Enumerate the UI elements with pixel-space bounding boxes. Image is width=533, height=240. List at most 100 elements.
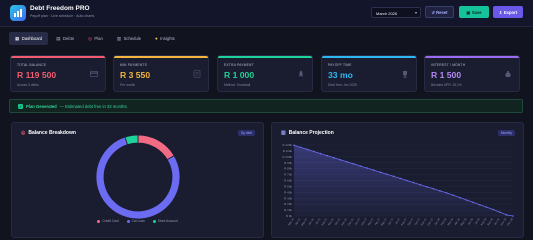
- x-tick-label: May 27: [380, 217, 388, 227]
- kpi-accent-bar: [114, 56, 208, 58]
- tab-bar: ▦ Dashboard ▤ Debts ◎ Plan ▥ Schedule ● …: [9, 32, 181, 45]
- data-point[interactable]: [465, 199, 468, 201]
- calendar-icon: ▥: [116, 35, 122, 41]
- data-point[interactable]: [313, 150, 315, 153]
- data-point[interactable]: [459, 196, 461, 199]
- data-point[interactable]: [326, 154, 328, 157]
- legend-item[interactable]: Car Loan: [126, 219, 145, 223]
- reset-label: ↺ Reset: [431, 9, 448, 15]
- data-point[interactable]: [412, 181, 415, 184]
- data-point[interactable]: [419, 183, 421, 186]
- y-tick-label: R 50k: [284, 184, 292, 188]
- data-point[interactable]: [339, 158, 342, 161]
- data-point[interactable]: [293, 144, 295, 147]
- tab-debts[interactable]: ▤ Debts: [50, 32, 80, 45]
- legend-label: Store Account: [157, 219, 178, 223]
- data-point[interactable]: [512, 215, 514, 217]
- x-tick-label: Jun 28: [466, 217, 474, 226]
- legend-label: Credit Card: [102, 219, 119, 223]
- data-point[interactable]: [386, 173, 388, 176]
- y-tick-label: R 10k: [284, 208, 292, 212]
- kpi-sub: Per month: [120, 83, 136, 87]
- y-tick-label: R 110k: [283, 149, 293, 153]
- data-point[interactable]: [452, 194, 455, 197]
- y-tick-label: R 120k: [282, 143, 292, 147]
- check-icon: ✓: [18, 103, 23, 109]
- data-point[interactable]: [505, 214, 508, 216]
- month-select[interactable]: March 2026 ▾: [371, 7, 421, 18]
- y-tick-label: R 70k: [284, 173, 292, 177]
- donut-legend: Credit Card Car Loan Store Account: [12, 219, 263, 223]
- money-bag-icon: [505, 71, 511, 78]
- app-subtitle: Payoff plan · Live schedule · Auto chart…: [30, 14, 95, 18]
- kpi-value: R 119 500: [17, 70, 57, 80]
- save-button[interactable]: ▣ Save: [459, 6, 489, 18]
- x-tick-label: Sep 28: [486, 217, 494, 226]
- data-point[interactable]: [445, 192, 448, 194]
- kpi-extra-payment: EXTRA PAYMENT R 1 000 Method: Snowball: [217, 55, 313, 92]
- y-tick-label: R 30k: [284, 196, 292, 200]
- legend-item[interactable]: Store Account: [152, 219, 178, 223]
- data-point[interactable]: [379, 171, 382, 174]
- y-tick-label: R 80k: [284, 167, 292, 171]
- legend-item[interactable]: Credit Card: [97, 219, 119, 223]
- tab-dashboard[interactable]: ▦ Dashboard: [9, 32, 49, 45]
- data-point[interactable]: [319, 152, 322, 155]
- month-select-value: March 2026: [376, 10, 398, 16]
- data-point[interactable]: [359, 165, 362, 167]
- data-point[interactable]: [439, 190, 441, 192]
- data-point[interactable]: [299, 146, 302, 149]
- app-logo: [10, 5, 26, 21]
- balance-projection-panel: ▥ Balance Projection Monthly R 0k R 10k R …: [271, 122, 524, 238]
- kpi-value: R 1 000: [224, 70, 255, 80]
- kpi-label: TOTAL BALANCE: [17, 63, 47, 67]
- data-point[interactable]: [399, 177, 401, 180]
- kpi-value: R 1 500: [431, 70, 462, 80]
- x-tick-label: Dec 28: [506, 217, 514, 226]
- trophy-icon: [403, 71, 407, 78]
- tab-label: Dashboard: [21, 36, 43, 41]
- kpi-accent-bar: [11, 56, 105, 58]
- data-point[interactable]: [352, 163, 355, 165]
- banner-title: Plan Generated: [26, 103, 57, 109]
- plan-generated-banner: ✓ Plan Generated — Estimated debt free i…: [9, 99, 523, 113]
- data-point[interactable]: [472, 201, 474, 204]
- y-tick-label: R 90k: [284, 161, 292, 165]
- export-icon: ⇩: [498, 9, 503, 15]
- data-point[interactable]: [485, 206, 488, 208]
- tab-insights[interactable]: ● Insights: [149, 32, 181, 45]
- donut-chart: [95, 134, 181, 219]
- data-point[interactable]: [425, 185, 428, 188]
- data-point[interactable]: [306, 148, 309, 151]
- tab-plan[interactable]: ◎ Plan: [82, 32, 109, 45]
- data-point[interactable]: [392, 175, 395, 178]
- tab-schedule[interactable]: ▥ Schedule: [111, 32, 147, 45]
- tab-label: Schedule: [123, 36, 142, 41]
- data-point[interactable]: [498, 211, 501, 213]
- balance-breakdown-panel: ◎ Balance Breakdown By debt Credit Card …: [11, 122, 264, 238]
- x-tick-label: Sep 27: [406, 217, 414, 226]
- data-point[interactable]: [366, 167, 368, 169]
- donut-slice[interactable]: [124, 134, 139, 146]
- donut-slice[interactable]: [137, 134, 175, 161]
- data-point[interactable]: [492, 208, 494, 211]
- banner-text: — Estimated debt free in 33 months.: [59, 103, 128, 109]
- y-tick-label: R 40k: [284, 190, 292, 194]
- x-tick-label: Sep 26: [327, 217, 335, 226]
- data-point[interactable]: [346, 161, 348, 163]
- reset-button[interactable]: ↺ Reset: [425, 6, 454, 18]
- data-point[interactable]: [479, 203, 481, 206]
- dashboard-icon: ▦: [15, 35, 20, 41]
- kpi-payoff-time: PAYOFF TIME 33 mo Debt free: Jan 2029: [321, 55, 417, 92]
- kpi-label: MIN PAYMENTS: [120, 63, 148, 67]
- data-point[interactable]: [333, 156, 335, 159]
- data-point[interactable]: [432, 187, 435, 190]
- x-tick-label: Jun 26: [307, 217, 315, 226]
- data-point[interactable]: [372, 169, 375, 171]
- export-button[interactable]: ⇩ Export: [493, 6, 523, 18]
- data-point[interactable]: [406, 179, 408, 182]
- kpi-accent-bar: [322, 56, 416, 58]
- save-icon: ▣: [466, 9, 471, 15]
- tab-label: Debts: [63, 36, 74, 41]
- legend-dot: [152, 219, 156, 223]
